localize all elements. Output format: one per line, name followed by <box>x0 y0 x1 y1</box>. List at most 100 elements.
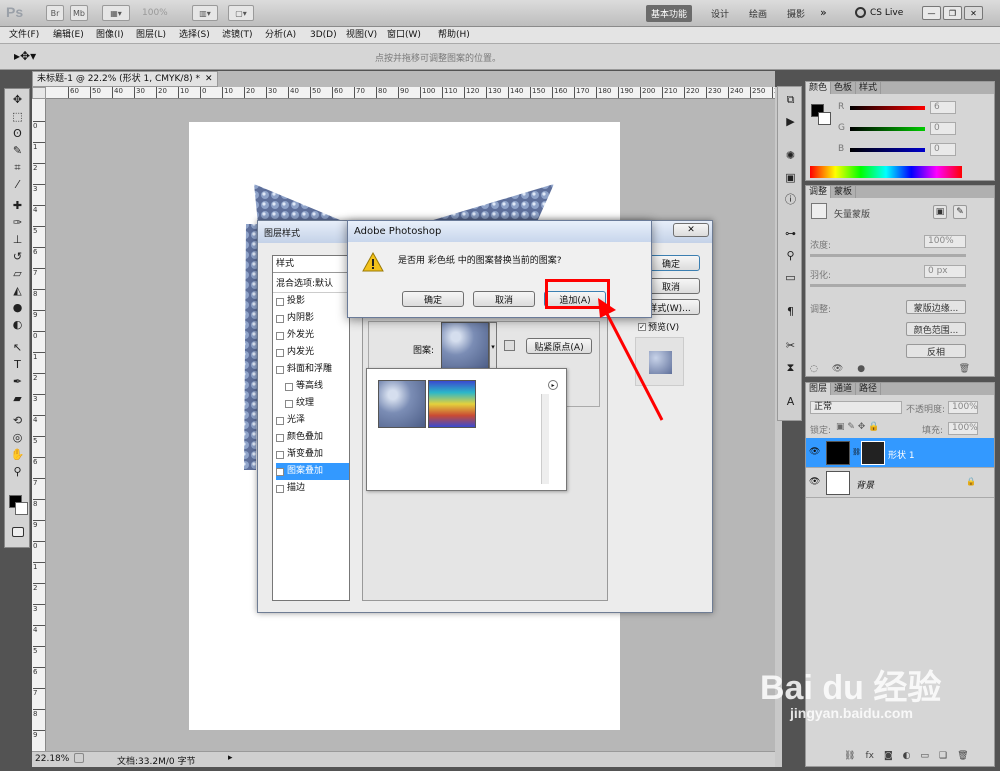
clone-stamp-tool-icon[interactable]: ⊥ <box>10 233 25 247</box>
layer-vector-mask-thumbnail[interactable] <box>861 441 885 465</box>
styles-header[interactable]: 样式 <box>273 256 349 273</box>
feather-field[interactable]: 0 px <box>924 265 966 278</box>
layer-row[interactable]: 👁 背景 🔒 <box>806 468 994 498</box>
fill-field[interactable]: 100% <box>948 422 978 435</box>
menu-5[interactable]: 滤镜(T) <box>219 27 256 44</box>
style-item[interactable]: 投影 <box>276 293 350 310</box>
path-selection-tool-icon[interactable]: ↖ <box>10 341 25 355</box>
layer-link-icon[interactable]: ⛓ <box>852 448 861 456</box>
marquee-tool-icon[interactable]: ⬚ <box>10 110 25 124</box>
b-slider[interactable] <box>850 148 925 152</box>
shape-tool-icon[interactable]: ▰ <box>10 392 25 406</box>
style-item[interactable]: ✓ 图案叠加 <box>276 463 349 480</box>
tool-presets-panel-icon[interactable]: ✂ <box>783 339 798 353</box>
style-checkbox-icon[interactable] <box>276 348 284 357</box>
layer-visibility-eye-icon[interactable]: 👁 <box>809 447 820 457</box>
menu-3[interactable]: 图层(L) <box>133 27 169 44</box>
style-checkbox-icon[interactable] <box>285 399 293 408</box>
cs-live-icon[interactable] <box>855 7 866 18</box>
delete-layer-icon[interactable]: 🗑 <box>957 751 968 761</box>
pattern-picker-scrollbar[interactable] <box>541 394 549 484</box>
style-item[interactable]: 光泽 <box>276 412 350 429</box>
style-item[interactable]: 外发光 <box>276 327 350 344</box>
menu-10[interactable]: 帮助(H) <box>435 27 473 44</box>
snap-to-origin-button[interactable]: 贴紧原点(A) <box>526 338 592 354</box>
style-checkbox-icon[interactable] <box>276 314 284 323</box>
workspace-2[interactable]: 绘画 <box>744 5 772 22</box>
restore-button[interactable]: ❐ <box>943 6 962 20</box>
eraser-tool-icon[interactable]: ▱ <box>10 267 25 281</box>
b-value-field[interactable]: 0 <box>930 143 956 156</box>
disable-mask-icon[interactable]: ● <box>857 364 865 376</box>
arrange-documents-icon[interactable]: ▥▾ <box>192 5 218 21</box>
r-slider[interactable] <box>850 106 925 110</box>
alert-ok-button[interactable]: 确定 <box>402 291 464 307</box>
opacity-field[interactable]: 100% <box>948 401 978 414</box>
pattern-swatch-bubbles[interactable] <box>378 380 426 428</box>
blur-tool-icon[interactable]: ● <box>10 301 25 315</box>
status-zoom[interactable]: 22.18% <box>35 754 69 764</box>
fx-icon[interactable]: fx <box>865 751 874 761</box>
add-mask-icon[interactable]: ◙ <box>884 751 893 761</box>
r-value-field[interactable]: 6 <box>930 101 956 114</box>
invert-button[interactable]: 反相 <box>906 344 966 358</box>
density-field[interactable]: 100% <box>924 235 966 248</box>
menu-6[interactable]: 分析(A) <box>262 27 299 44</box>
color-range-button[interactable]: 颜色范围... <box>906 322 966 336</box>
close-button[interactable]: ✕ <box>964 6 983 20</box>
g-slider[interactable] <box>850 127 925 131</box>
crop-tool-icon[interactable]: ⌗ <box>10 161 25 175</box>
add-vector-mask-icon[interactable]: ✎ <box>953 205 967 219</box>
layers-tab-0[interactable]: 图层 <box>806 383 832 395</box>
layer-visibility-eye-icon[interactable]: 👁 <box>809 477 820 487</box>
layers-tab-1[interactable]: 通道 <box>831 383 857 395</box>
workspace-3[interactable]: 摄影 <box>782 5 810 22</box>
3d-orbit-tool-icon[interactable]: ◎ <box>10 431 25 445</box>
mini-bridge-icon[interactable]: Mb <box>70 5 88 21</box>
actions-panel-icon[interactable]: ▶ <box>783 115 798 129</box>
pattern-picker-thumbnail[interactable] <box>441 322 489 370</box>
g-value-field[interactable]: 0 <box>930 122 956 135</box>
adjustment-layer-icon[interactable]: ◐ <box>903 751 911 761</box>
style-checkbox-icon[interactable] <box>276 450 284 459</box>
3d-rotate-tool-icon[interactable]: ⟲ <box>10 414 25 428</box>
background-color-swatch[interactable] <box>15 502 28 515</box>
3d-panel-icon[interactable]: ✺ <box>783 149 798 163</box>
move-tool-icon[interactable]: ✥ <box>10 93 25 107</box>
document-tab[interactable]: 未标题-1 @ 22.2% (形状 1, CMYK/8) * ✕ <box>32 71 218 87</box>
navigator-panel-icon[interactable]: ▣ <box>783 171 798 185</box>
workspace-0[interactable]: 基本功能 <box>646 5 693 22</box>
workspace-1[interactable]: 设计 <box>706 5 734 22</box>
new-layer-icon[interactable]: ❑ <box>939 751 947 761</box>
style-checkbox-icon[interactable] <box>276 433 284 442</box>
menu-9[interactable]: 窗口(W) <box>384 27 424 44</box>
blending-options-item[interactable]: 混合选项:默认 <box>273 276 349 293</box>
quick-selection-tool-icon[interactable]: ✎ <box>10 144 25 158</box>
view-extras-icon[interactable]: ▦▾ <box>102 5 130 21</box>
style-item[interactable]: 渐变叠加 <box>276 446 350 463</box>
dodge-tool-icon[interactable]: ◐ <box>10 318 25 332</box>
quick-mask-icon[interactable] <box>12 527 24 537</box>
style-checkbox-icon[interactable] <box>276 416 284 425</box>
link-layers-icon[interactable]: ⛓ <box>844 751 855 761</box>
density-slider[interactable] <box>810 254 966 257</box>
style-checkbox-icon[interactable] <box>276 484 284 493</box>
history-panel-icon[interactable]: ⧉ <box>783 93 798 107</box>
style-checkbox-icon[interactable]: ✓ <box>276 467 284 476</box>
clone-source-panel-icon[interactable]: ⚲ <box>783 249 798 263</box>
alert-cancel-button[interactable]: 取消 <box>473 291 535 307</box>
load-selection-icon[interactable]: ◌ <box>810 364 818 376</box>
bridge-icon[interactable]: Br <box>46 5 64 21</box>
masks-tab-1[interactable]: 蒙板 <box>831 186 857 198</box>
style-checkbox-icon[interactable] <box>285 382 293 391</box>
style-checkbox-icon[interactable] <box>276 297 284 306</box>
style-item[interactable]: 等高线 <box>285 378 359 395</box>
color-background-swatch[interactable] <box>818 112 831 125</box>
minimize-button[interactable]: — <box>922 6 941 20</box>
paragraph-panel-icon[interactable]: ¶ <box>783 305 798 319</box>
pattern-picker-arrow[interactable]: ▾ <box>489 322 497 370</box>
blend-mode-select[interactable]: 正常 <box>810 401 902 414</box>
more-workspaces-button[interactable]: » <box>820 6 827 19</box>
color-tab-1[interactable]: 色板 <box>831 82 857 94</box>
pattern-menu-icon[interactable]: ▸ <box>548 380 558 390</box>
